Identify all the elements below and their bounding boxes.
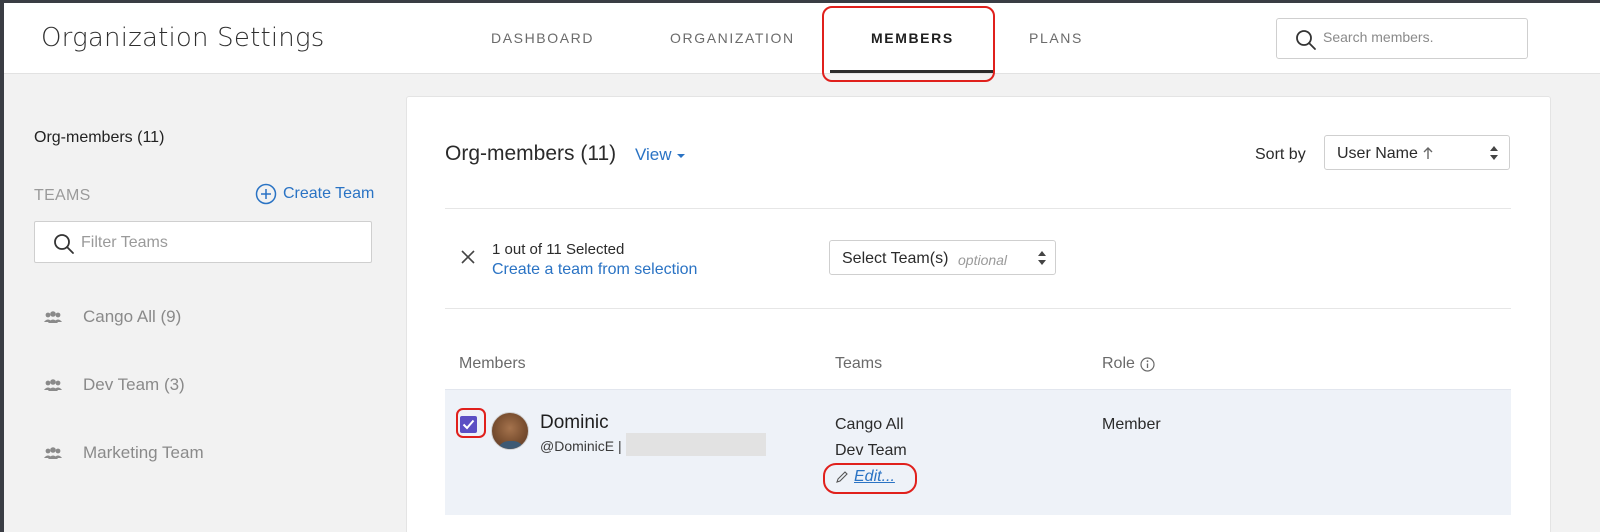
sidebar-team-item[interactable]: Marketing Team (42, 443, 204, 462)
select-teams-hint: optional (958, 252, 1008, 268)
search-icon (1296, 30, 1316, 50)
redacted-email (626, 433, 766, 456)
column-header-members[interactable]: Members (459, 355, 526, 373)
app-window: Organization Settings DASHBOARD ORGANIZA… (4, 3, 1600, 532)
member-team: Cango All (835, 416, 904, 433)
create-team-button[interactable]: Create Team (255, 183, 374, 205)
active-tab-indicator (830, 70, 993, 73)
role-header-label: Role (1102, 355, 1135, 372)
member-search-box[interactable] (1276, 18, 1528, 59)
arrow-up-icon (1423, 147, 1433, 159)
column-header-role[interactable]: Role (1102, 355, 1155, 373)
member-role: Member (1102, 416, 1161, 433)
view-label: View (635, 145, 672, 164)
team-icon (44, 447, 62, 459)
team-label: Dev Team (3) (83, 375, 185, 394)
avatar (491, 412, 529, 450)
sort-arrows-icon (1490, 146, 1498, 160)
team-label: Marketing Team (83, 443, 204, 462)
sidebar-team-item[interactable]: Dev Team (3) (42, 375, 185, 394)
team-icon (44, 311, 62, 323)
caret-down-icon (677, 154, 686, 158)
member-search-input[interactable] (1323, 29, 1513, 45)
row-checkbox[interactable] (460, 416, 477, 433)
select-teams-label: Select Team(s) (842, 250, 949, 267)
sidebar: Org-members (11) TEAMS Create Team Cango… (4, 75, 405, 532)
team-label: Cango All (9) (83, 307, 182, 326)
info-icon[interactable] (1140, 356, 1155, 372)
tab-plans[interactable]: PLANS (1029, 30, 1083, 46)
create-team-from-selection-link[interactable]: Create a team from selection (492, 261, 697, 279)
view-dropdown[interactable]: View (635, 145, 686, 165)
edit-teams-link[interactable]: Edit... (835, 468, 895, 486)
checkmark-icon (462, 419, 475, 430)
filter-teams-input[interactable] (81, 234, 351, 252)
sidebar-team-item[interactable]: Cango All (9) (42, 307, 181, 326)
table-row[interactable]: Dominic @DominicE | Cango All Dev Team E… (445, 389, 1511, 515)
member-name: Dominic (540, 412, 609, 433)
plus-circle-icon (255, 183, 277, 205)
sort-select[interactable]: User Name (1324, 135, 1510, 170)
divider (445, 208, 1511, 209)
tab-dashboard[interactable]: DASHBOARD (491, 30, 594, 46)
sort-arrows-icon (1038, 251, 1046, 265)
column-header-teams[interactable]: Teams (835, 355, 882, 373)
sort-value: User Name (1337, 145, 1418, 162)
selection-count: 1 out of 11 Selected (492, 241, 625, 258)
sidebar-org-members[interactable]: Org-members (11) (34, 129, 164, 147)
close-icon[interactable] (460, 249, 476, 265)
member-team: Dev Team (835, 442, 907, 459)
create-team-label: Create Team (283, 185, 375, 202)
panel-title: Org-members (11) (445, 142, 617, 165)
teams-section-label: TEAMS (34, 187, 91, 204)
filter-teams-box[interactable] (34, 221, 372, 263)
tab-members[interactable]: MEMBERS (871, 30, 954, 46)
team-icon (44, 379, 62, 391)
page-title: Organization Settings (41, 23, 325, 53)
tab-organization[interactable]: ORGANIZATION (670, 30, 795, 46)
pencil-icon (836, 471, 848, 483)
member-handle: @DominicE | (540, 438, 622, 454)
members-panel: Org-members (11) View Sort by User Name … (406, 96, 1551, 532)
select-teams-dropdown[interactable]: Select Team(s) optional (829, 240, 1056, 275)
divider (445, 308, 1511, 309)
top-header: Organization Settings DASHBOARD ORGANIZA… (4, 3, 1600, 74)
sort-by-label: Sort by (1255, 146, 1306, 163)
edit-label: Edit... (854, 468, 895, 485)
search-icon (54, 234, 74, 254)
